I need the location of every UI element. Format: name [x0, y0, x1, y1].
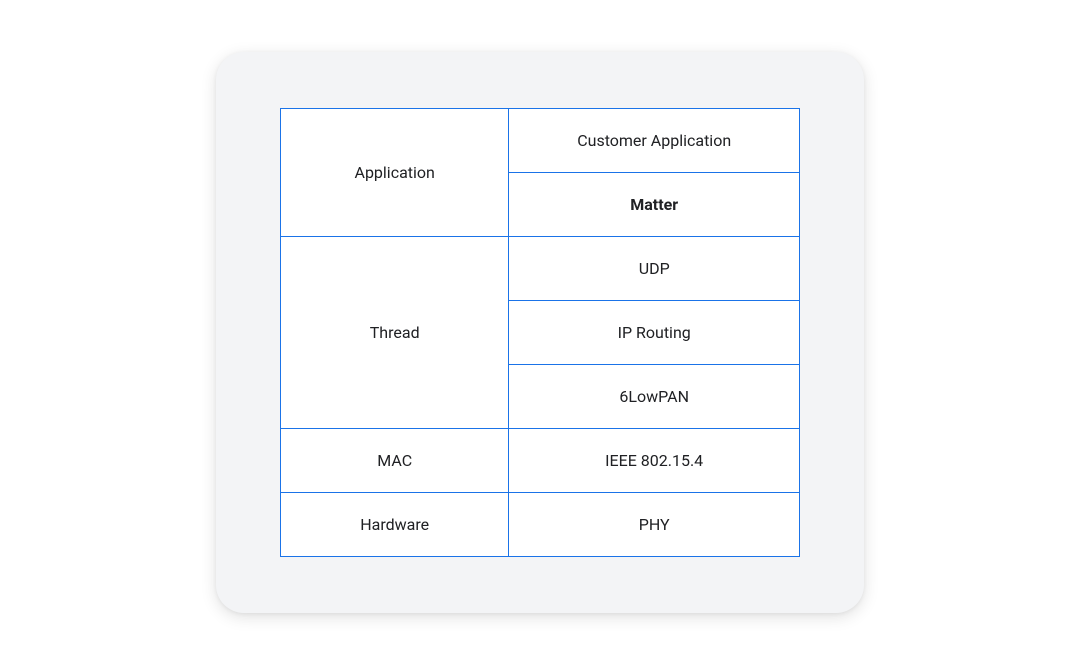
layer-cell-ip-routing: IP Routing — [509, 300, 800, 364]
layer-cell-phy: PHY — [509, 492, 800, 556]
layer-cell-ieee-802-15-4: IEEE 802.15.4 — [509, 428, 800, 492]
layer-cell-matter: Matter — [509, 172, 800, 236]
layer-cell-6lowpan: 6LowPAN — [509, 364, 800, 428]
protocol-stack-table: Application Customer Application Matter … — [280, 108, 800, 557]
layer-label-mac: MAC — [281, 428, 509, 492]
layer-label-thread: Thread — [281, 236, 509, 428]
layer-cell-customer-application: Customer Application — [509, 108, 800, 172]
layer-label-hardware: Hardware — [281, 492, 509, 556]
layer-label-application: Application — [281, 108, 509, 236]
diagram-card: Application Customer Application Matter … — [216, 52, 864, 613]
layer-cell-udp: UDP — [509, 236, 800, 300]
